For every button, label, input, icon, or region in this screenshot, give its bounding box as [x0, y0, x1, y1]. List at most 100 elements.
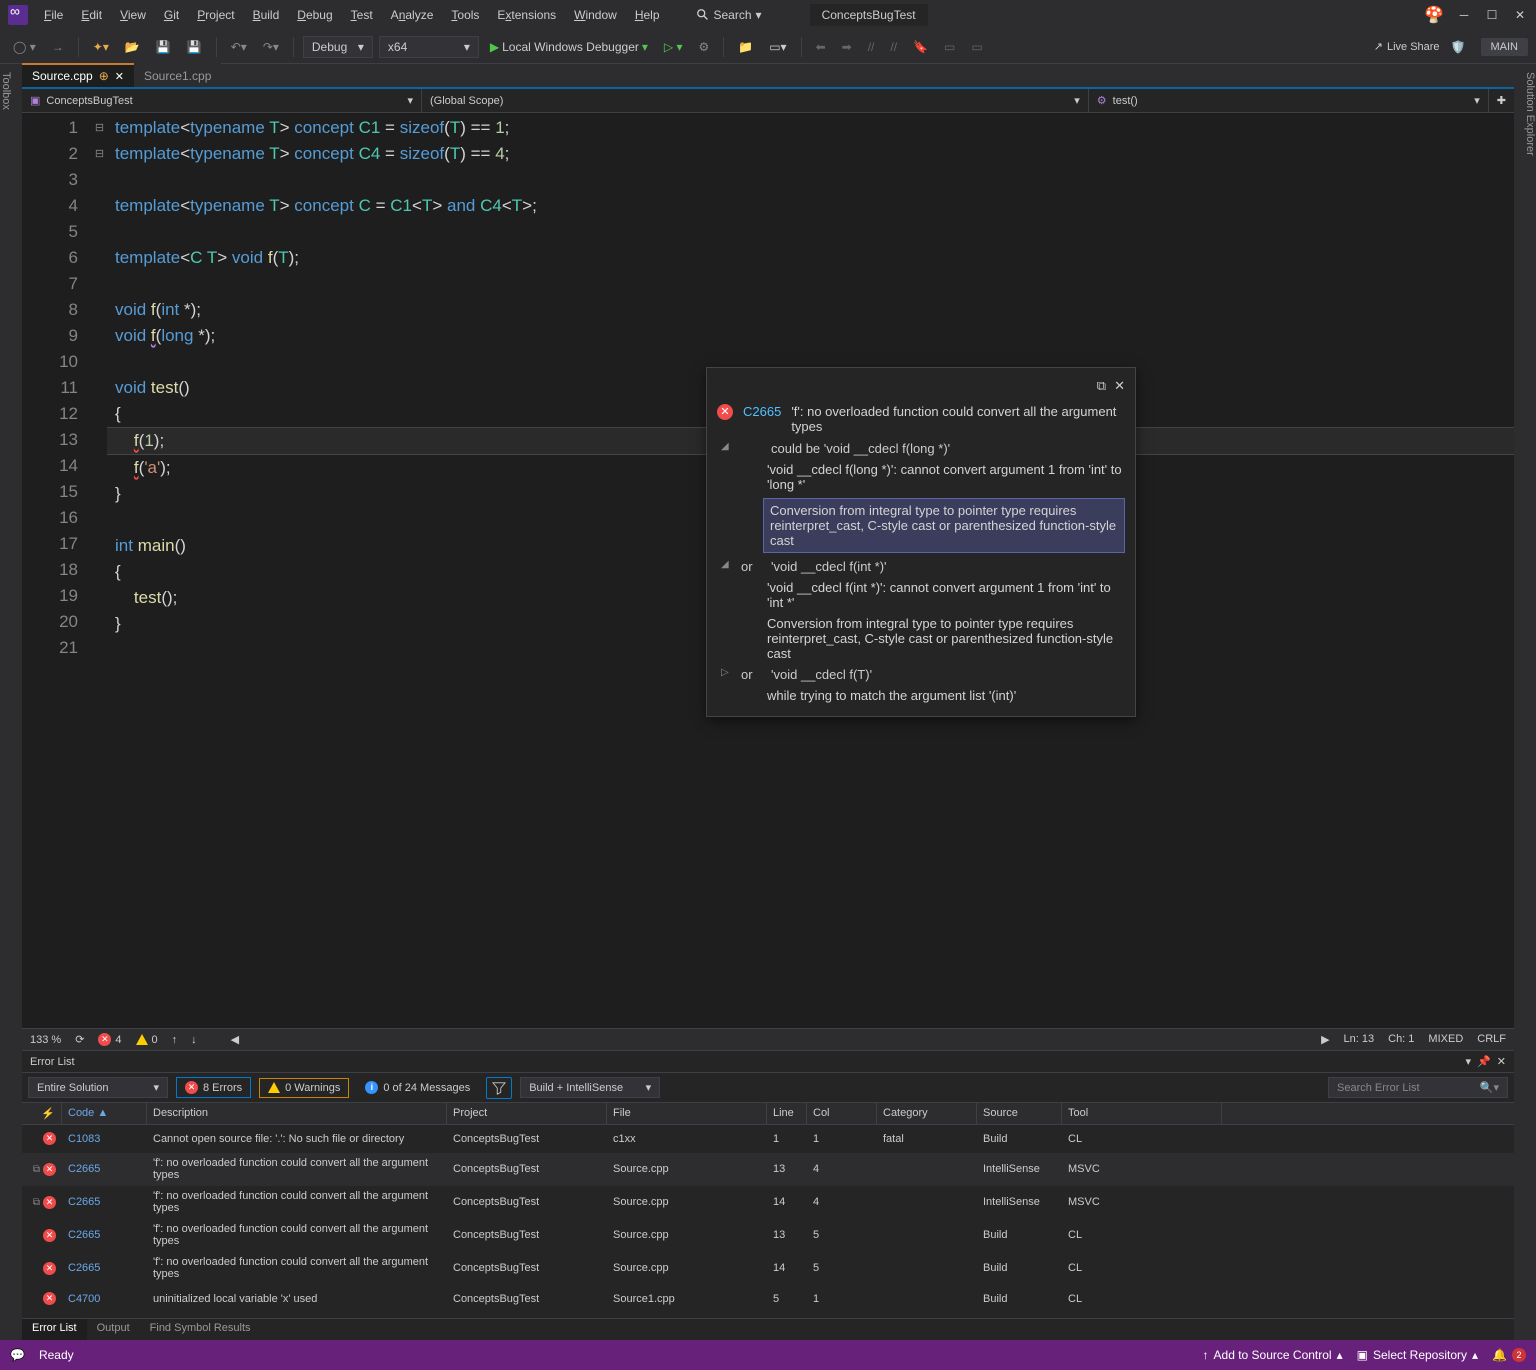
th-code[interactable]: Code ▲	[62, 1103, 147, 1124]
tb-indent-r[interactable]: ➡	[837, 37, 857, 57]
menu-tools[interactable]: Tools	[443, 4, 487, 26]
user-icon[interactable]: 🍄	[1424, 5, 1444, 25]
menu-edit[interactable]: Edit	[73, 4, 110, 26]
panel-tab[interactable]: Output	[87, 1319, 140, 1340]
tb-comment[interactable]: //	[863, 37, 880, 57]
tb-misc-2[interactable]: 📁	[733, 37, 758, 57]
tb-indent-l[interactable]: ⬅	[811, 37, 831, 57]
panel-tab[interactable]: Error List	[22, 1319, 87, 1340]
source-control-button[interactable]: ↑ Add to Source Control ▴	[1203, 1348, 1343, 1362]
file-tab[interactable]: Source1.cpp	[134, 63, 221, 87]
zoom-level[interactable]: 133 %	[30, 1034, 61, 1046]
arrow-down-icon[interactable]: ↓	[191, 1034, 197, 1046]
panel-menu-icon[interactable]: ▾	[1466, 1055, 1472, 1068]
mode-indicator[interactable]: MIXED	[1428, 1033, 1463, 1046]
th-col[interactable]: Col	[807, 1103, 877, 1124]
panel-close-icon[interactable]: ✕	[1497, 1055, 1506, 1068]
nav-member-dropdown[interactable]: ⚙test()▾	[1089, 89, 1489, 112]
start-debug-button[interactable]: ▶ Local Windows Debugger ▾	[485, 37, 653, 57]
menu-debug[interactable]: Debug	[289, 4, 340, 26]
nav-back-button[interactable]: ◯ ▾	[8, 37, 41, 57]
col-indicator[interactable]: Ch: 1	[1388, 1033, 1414, 1046]
file-tab[interactable]: Source.cpp ⊕ ✕	[22, 63, 134, 87]
th-source[interactable]: Source	[977, 1103, 1062, 1124]
filter-icon[interactable]	[486, 1077, 512, 1099]
line-indicator[interactable]: Ln: 13	[1344, 1033, 1375, 1046]
tb-uncomment[interactable]: //	[885, 37, 902, 57]
save-button[interactable]: 💾	[151, 37, 176, 57]
refresh-icon[interactable]: ⟳	[75, 1033, 84, 1046]
nav-project-dropdown[interactable]: ▣ConceptsBugTest▾	[22, 89, 422, 112]
open-button[interactable]: 📂	[120, 37, 145, 57]
error-search-input[interactable]: Search Error List🔍▾	[1328, 1077, 1508, 1098]
th-line[interactable]: Line	[767, 1103, 807, 1124]
live-share-button[interactable]: ↗ Live Share	[1374, 40, 1440, 53]
th-file[interactable]: File	[607, 1103, 767, 1124]
admin-icon[interactable]: 🛡️	[1446, 37, 1471, 57]
menu-extensions[interactable]: Extensions	[489, 4, 564, 26]
errors-toggle[interactable]: ✕8 Errors	[176, 1077, 251, 1098]
tb-misc-1[interactable]: ⚙	[694, 37, 715, 57]
arrow-up-icon[interactable]: ↑	[172, 1034, 178, 1046]
error-row[interactable]: ⧉✕C2665'f': no overloaded function could…	[22, 1153, 1514, 1186]
th-description[interactable]: Description	[147, 1103, 447, 1124]
th-tool[interactable]: Tool	[1062, 1103, 1222, 1124]
error-row[interactable]: ✕C1083Cannot open source file: '.': No s…	[22, 1125, 1514, 1153]
save-all-button[interactable]: 💾	[182, 37, 207, 57]
warnings-toggle[interactable]: 0 Warnings	[259, 1078, 349, 1098]
error-row[interactable]: ✕C4700uninitialized local variable 'x' u…	[22, 1285, 1514, 1313]
tb-misc-4[interactable]: ▭	[939, 37, 960, 57]
solution-explorer-tab[interactable]: Solution Explorer	[1514, 64, 1536, 1340]
search-box[interactable]: Search ▾	[688, 6, 770, 24]
tb-bookmark[interactable]: 🔖	[908, 37, 933, 57]
menu-help[interactable]: Help	[627, 4, 668, 26]
tb-misc-5[interactable]: ▭	[966, 37, 987, 57]
scroll-left-icon[interactable]: ◀	[231, 1033, 239, 1046]
minimize-button[interactable]: ─	[1456, 7, 1472, 23]
chat-icon[interactable]: 💬	[10, 1348, 25, 1362]
menu-window[interactable]: Window	[566, 4, 625, 26]
new-item-button[interactable]: ✦▾	[88, 37, 114, 57]
redo-button[interactable]: ↷▾	[258, 37, 284, 57]
tab-close-icon[interactable]: ✕	[115, 70, 124, 83]
nav-fwd-button[interactable]: →	[47, 37, 69, 57]
th-category[interactable]: Category	[877, 1103, 977, 1124]
error-count[interactable]: 4	[115, 1034, 121, 1046]
tooltip-close-icon[interactable]: ✕	[1114, 378, 1125, 394]
nav-scope-dropdown[interactable]: (Global Scope)▾	[422, 89, 1089, 112]
menu-build[interactable]: Build	[245, 4, 288, 26]
th-severity[interactable]: ⚡	[22, 1103, 62, 1124]
menu-git[interactable]: Git	[156, 4, 187, 26]
tooltip-popout-icon[interactable]: ⧉	[1097, 378, 1106, 394]
menu-analyze[interactable]: Analyze	[383, 4, 442, 26]
scroll-right-icon[interactable]: ▶	[1321, 1033, 1329, 1046]
th-project[interactable]: Project	[447, 1103, 607, 1124]
nav-split-button[interactable]: ✚	[1489, 89, 1514, 112]
config-dropdown[interactable]: Debug▾	[303, 36, 373, 58]
select-repo-button[interactable]: ▣ Select Repository ▴	[1357, 1348, 1478, 1362]
notifications-button[interactable]: 🔔2	[1492, 1348, 1526, 1362]
messages-toggle[interactable]: i0 of 24 Messages	[357, 1078, 478, 1097]
error-row[interactable]: ⧉✕C2665'f': no overloaded function could…	[22, 1186, 1514, 1219]
menu-test[interactable]: Test	[343, 4, 381, 26]
code-editor[interactable]: 123456789101112131415161718192021 ⊟⊟ tem…	[22, 113, 1514, 1028]
start-nodebug-button[interactable]: ▷ ▾	[659, 37, 688, 57]
build-filter-dropdown[interactable]: Build + IntelliSense▾	[520, 1077, 660, 1098]
close-button[interactable]: ✕	[1512, 7, 1528, 23]
menu-project[interactable]: Project	[189, 4, 242, 26]
error-row[interactable]: ✕C2665'f': no overloaded function could …	[22, 1252, 1514, 1285]
undo-button[interactable]: ↶▾	[226, 37, 252, 57]
warning-count[interactable]: 0	[152, 1034, 158, 1046]
error-row[interactable]: ✕C2665'f': no overloaded function could …	[22, 1219, 1514, 1252]
scope-dropdown[interactable]: Entire Solution▾	[28, 1077, 168, 1098]
line-ending-indicator[interactable]: CRLF	[1477, 1033, 1506, 1046]
tb-misc-3[interactable]: ▭▾	[764, 37, 791, 57]
panel-pin-icon[interactable]: 📌	[1477, 1055, 1491, 1068]
menu-view[interactable]: View	[112, 4, 154, 26]
maximize-button[interactable]: ☐	[1484, 7, 1500, 23]
toolbox-tab[interactable]: Toolbox	[0, 64, 22, 1340]
menu-file[interactable]: File	[36, 4, 71, 26]
tooltip-detail: 'void __cdecl f(int *)': cannot convert …	[717, 577, 1125, 613]
platform-dropdown[interactable]: x64▾	[379, 36, 479, 58]
panel-tab[interactable]: Find Symbol Results	[140, 1319, 261, 1340]
